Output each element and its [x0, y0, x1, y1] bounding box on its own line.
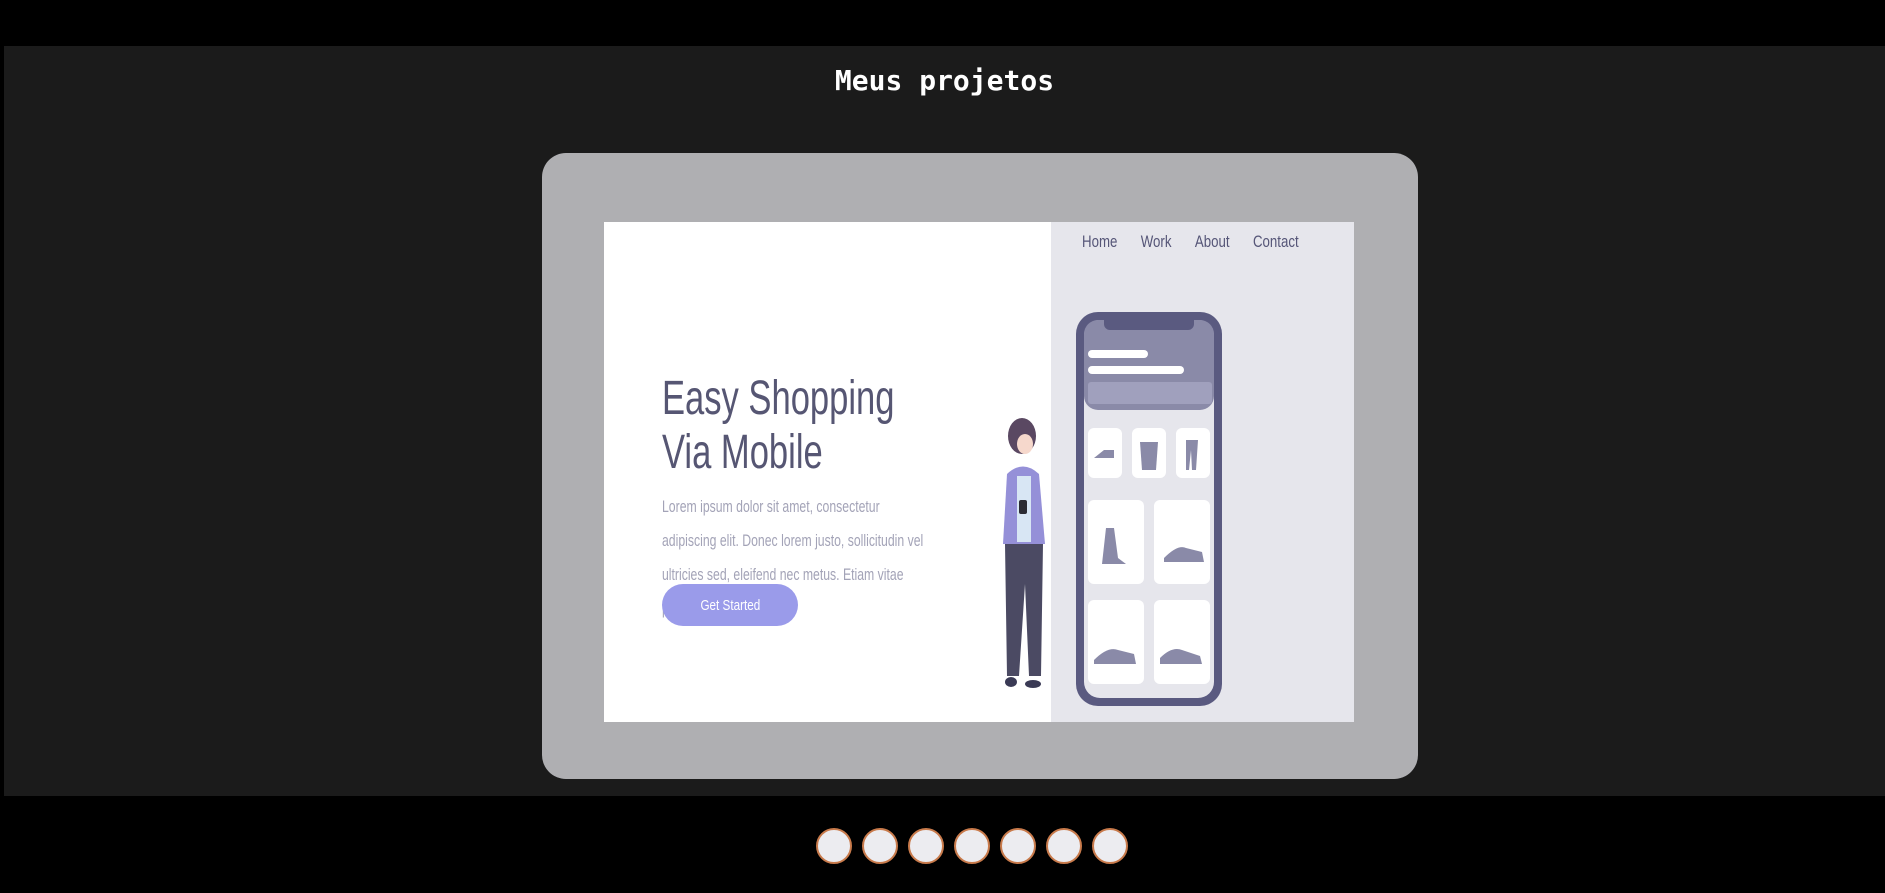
pagination-dot-4[interactable]	[954, 828, 990, 864]
carousel-pagination	[816, 828, 1128, 864]
pagination-dot-2[interactable]	[862, 828, 898, 864]
pagination-dot-5[interactable]	[1000, 828, 1036, 864]
phone-illustration	[1076, 312, 1222, 706]
project-carousel: Home Work About Contact Easy Shopping Vi…	[542, 153, 1418, 779]
project-nav: Home Work About Contact	[1082, 232, 1308, 252]
projects-section: Meus projetos Home Work About Contact Ea…	[4, 46, 1885, 796]
project-screenshot[interactable]: Home Work About Contact Easy Shopping Vi…	[604, 222, 1354, 722]
hero-title: Easy Shopping Via Mobile	[662, 372, 895, 480]
hero-title-line1: Easy Shopping	[662, 372, 895, 425]
hero-title-line2: Via Mobile	[662, 426, 823, 479]
nav-about[interactable]: About	[1195, 232, 1230, 252]
pagination-dot-3[interactable]	[908, 828, 944, 864]
pagination-dot-1[interactable]	[816, 828, 852, 864]
nav-work[interactable]: Work	[1141, 232, 1172, 252]
woman-illustration	[1003, 418, 1045, 688]
nav-contact[interactable]: Contact	[1253, 232, 1299, 252]
nav-home[interactable]: Home	[1082, 232, 1117, 252]
pagination-dot-6[interactable]	[1046, 828, 1082, 864]
get-started-label: Get Started	[700, 596, 760, 614]
get-started-button[interactable]: Get Started	[662, 584, 798, 626]
pagination-dot-7[interactable]	[1092, 828, 1128, 864]
section-title: Meus projetos	[834, 64, 1055, 97]
